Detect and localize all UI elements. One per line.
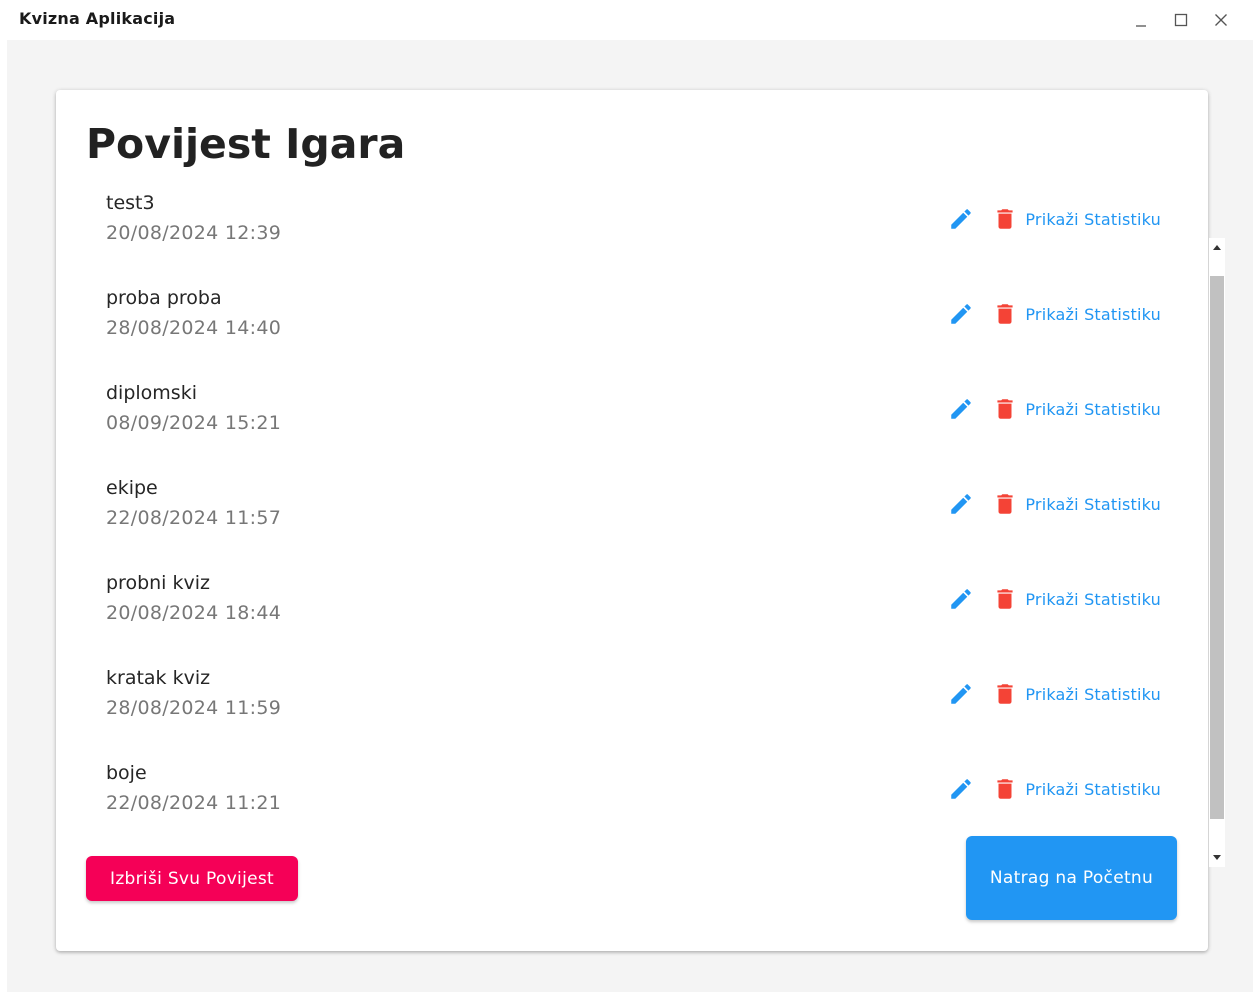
back-home-button[interactable]: Natrag na Početnu: [966, 836, 1177, 920]
edit-button[interactable]: [947, 300, 975, 328]
list-item: ekipe 22/08/2024 11:57 Prikaži Statistik…: [86, 471, 1177, 566]
show-statistics-link[interactable]: Prikaži Statistiku: [1025, 780, 1161, 799]
list-item: boje 22/08/2024 11:21 Prikaži Statistiku: [86, 756, 1177, 816]
trash-icon: [997, 779, 1013, 799]
edit-button[interactable]: [947, 205, 975, 233]
item-actions: Prikaži Statistiku: [947, 680, 1161, 708]
delete-button[interactable]: [991, 300, 1019, 328]
trash-icon: [997, 209, 1013, 229]
trash-icon: [997, 589, 1013, 609]
arrow-down-icon: [1213, 855, 1221, 860]
maximize-button[interactable]: [1161, 6, 1201, 34]
item-actions: Prikaži Statistiku: [947, 775, 1161, 803]
game-date: 22/08/2024 11:21: [106, 792, 282, 814]
pencil-icon: [951, 589, 972, 609]
list-item: test3 20/08/2024 12:39 Prikaži Statistik…: [86, 186, 1177, 281]
edit-button[interactable]: [947, 585, 975, 613]
window-controls: [1121, 6, 1241, 34]
title-bar: Kvizna Aplikacija: [0, 0, 1253, 40]
minimize-icon: [1136, 25, 1146, 27]
edit-button[interactable]: [947, 490, 975, 518]
show-statistics-link[interactable]: Prikaži Statistiku: [1025, 685, 1161, 704]
pencil-icon: [951, 304, 972, 324]
app-title: Kvizna Aplikacija: [19, 9, 176, 28]
arrow-up-icon: [1213, 245, 1221, 250]
close-icon: [1215, 14, 1227, 26]
show-statistics-link[interactable]: Prikaži Statistiku: [1025, 495, 1161, 514]
list-item: kratak kviz 28/08/2024 11:59 Prikaži Sta…: [86, 661, 1177, 756]
game-name: test3: [106, 192, 155, 214]
edit-button[interactable]: [947, 775, 975, 803]
history-card: Povijest Igara test3 20/08/2024 12:39 Pr…: [56, 90, 1225, 951]
delete-button[interactable]: [991, 680, 1019, 708]
pencil-icon: [951, 494, 972, 514]
edit-button[interactable]: [947, 680, 975, 708]
show-statistics-link[interactable]: Prikaži Statistiku: [1025, 305, 1161, 324]
game-date: 28/08/2024 14:40: [106, 317, 282, 339]
item-actions: Prikaži Statistiku: [947, 300, 1161, 328]
game-name: diplomski: [106, 382, 197, 404]
list-item: proba proba 28/08/2024 14:40 Prikaži Sta…: [86, 281, 1177, 376]
item-actions: Prikaži Statistiku: [947, 395, 1161, 423]
page-title: Povijest Igara: [86, 120, 406, 168]
game-date: 22/08/2024 11:57: [106, 507, 282, 529]
item-actions: Prikaži Statistiku: [947, 205, 1161, 233]
list-scrollbar[interactable]: [1209, 238, 1225, 867]
edit-button[interactable]: [947, 395, 975, 423]
item-actions: Prikaži Statistiku: [947, 490, 1161, 518]
show-statistics-link[interactable]: Prikaži Statistiku: [1025, 400, 1161, 419]
game-name: kratak kviz: [106, 667, 211, 689]
game-date: 20/08/2024 18:44: [106, 602, 282, 624]
game-history-list[interactable]: test3 20/08/2024 12:39 Prikaži Statistik…: [86, 186, 1177, 816]
pencil-icon: [951, 684, 972, 704]
item-actions: Prikaži Statistiku: [947, 585, 1161, 613]
trash-icon: [997, 494, 1013, 514]
game-name: boje: [106, 762, 147, 784]
maximize-icon: [1174, 13, 1188, 27]
minimize-button[interactable]: [1121, 6, 1161, 34]
clear-history-button[interactable]: Izbriši Svu Povijest: [86, 856, 298, 901]
game-name: ekipe: [106, 477, 158, 499]
trash-icon: [997, 684, 1013, 704]
game-name: proba proba: [106, 287, 222, 309]
delete-button[interactable]: [991, 490, 1019, 518]
pencil-icon: [951, 209, 972, 229]
game-date: 20/08/2024 12:39: [106, 222, 282, 244]
game-name: probni kviz: [106, 572, 210, 594]
show-statistics-link[interactable]: Prikaži Statistiku: [1025, 210, 1161, 229]
scroll-thumb[interactable]: [1210, 276, 1224, 819]
game-date: 28/08/2024 11:59: [106, 697, 282, 719]
delete-button[interactable]: [991, 775, 1019, 803]
scroll-down-button[interactable]: [1209, 849, 1225, 865]
delete-button[interactable]: [991, 395, 1019, 423]
close-button[interactable]: [1201, 6, 1241, 34]
pencil-icon: [951, 779, 972, 799]
delete-button[interactable]: [991, 205, 1019, 233]
trash-icon: [997, 399, 1013, 419]
scroll-up-button[interactable]: [1209, 240, 1225, 256]
trash-icon: [997, 304, 1013, 324]
list-item: diplomski 08/09/2024 15:21 Prikaži Stati…: [86, 376, 1177, 471]
game-date: 08/09/2024 15:21: [106, 412, 282, 434]
show-statistics-link[interactable]: Prikaži Statistiku: [1025, 590, 1161, 609]
window-body: Povijest Igara test3 20/08/2024 12:39 Pr…: [7, 40, 1253, 992]
list-item: probni kviz 20/08/2024 18:44 Prikaži Sta…: [86, 566, 1177, 661]
pencil-icon: [951, 399, 972, 419]
delete-button[interactable]: [991, 585, 1019, 613]
